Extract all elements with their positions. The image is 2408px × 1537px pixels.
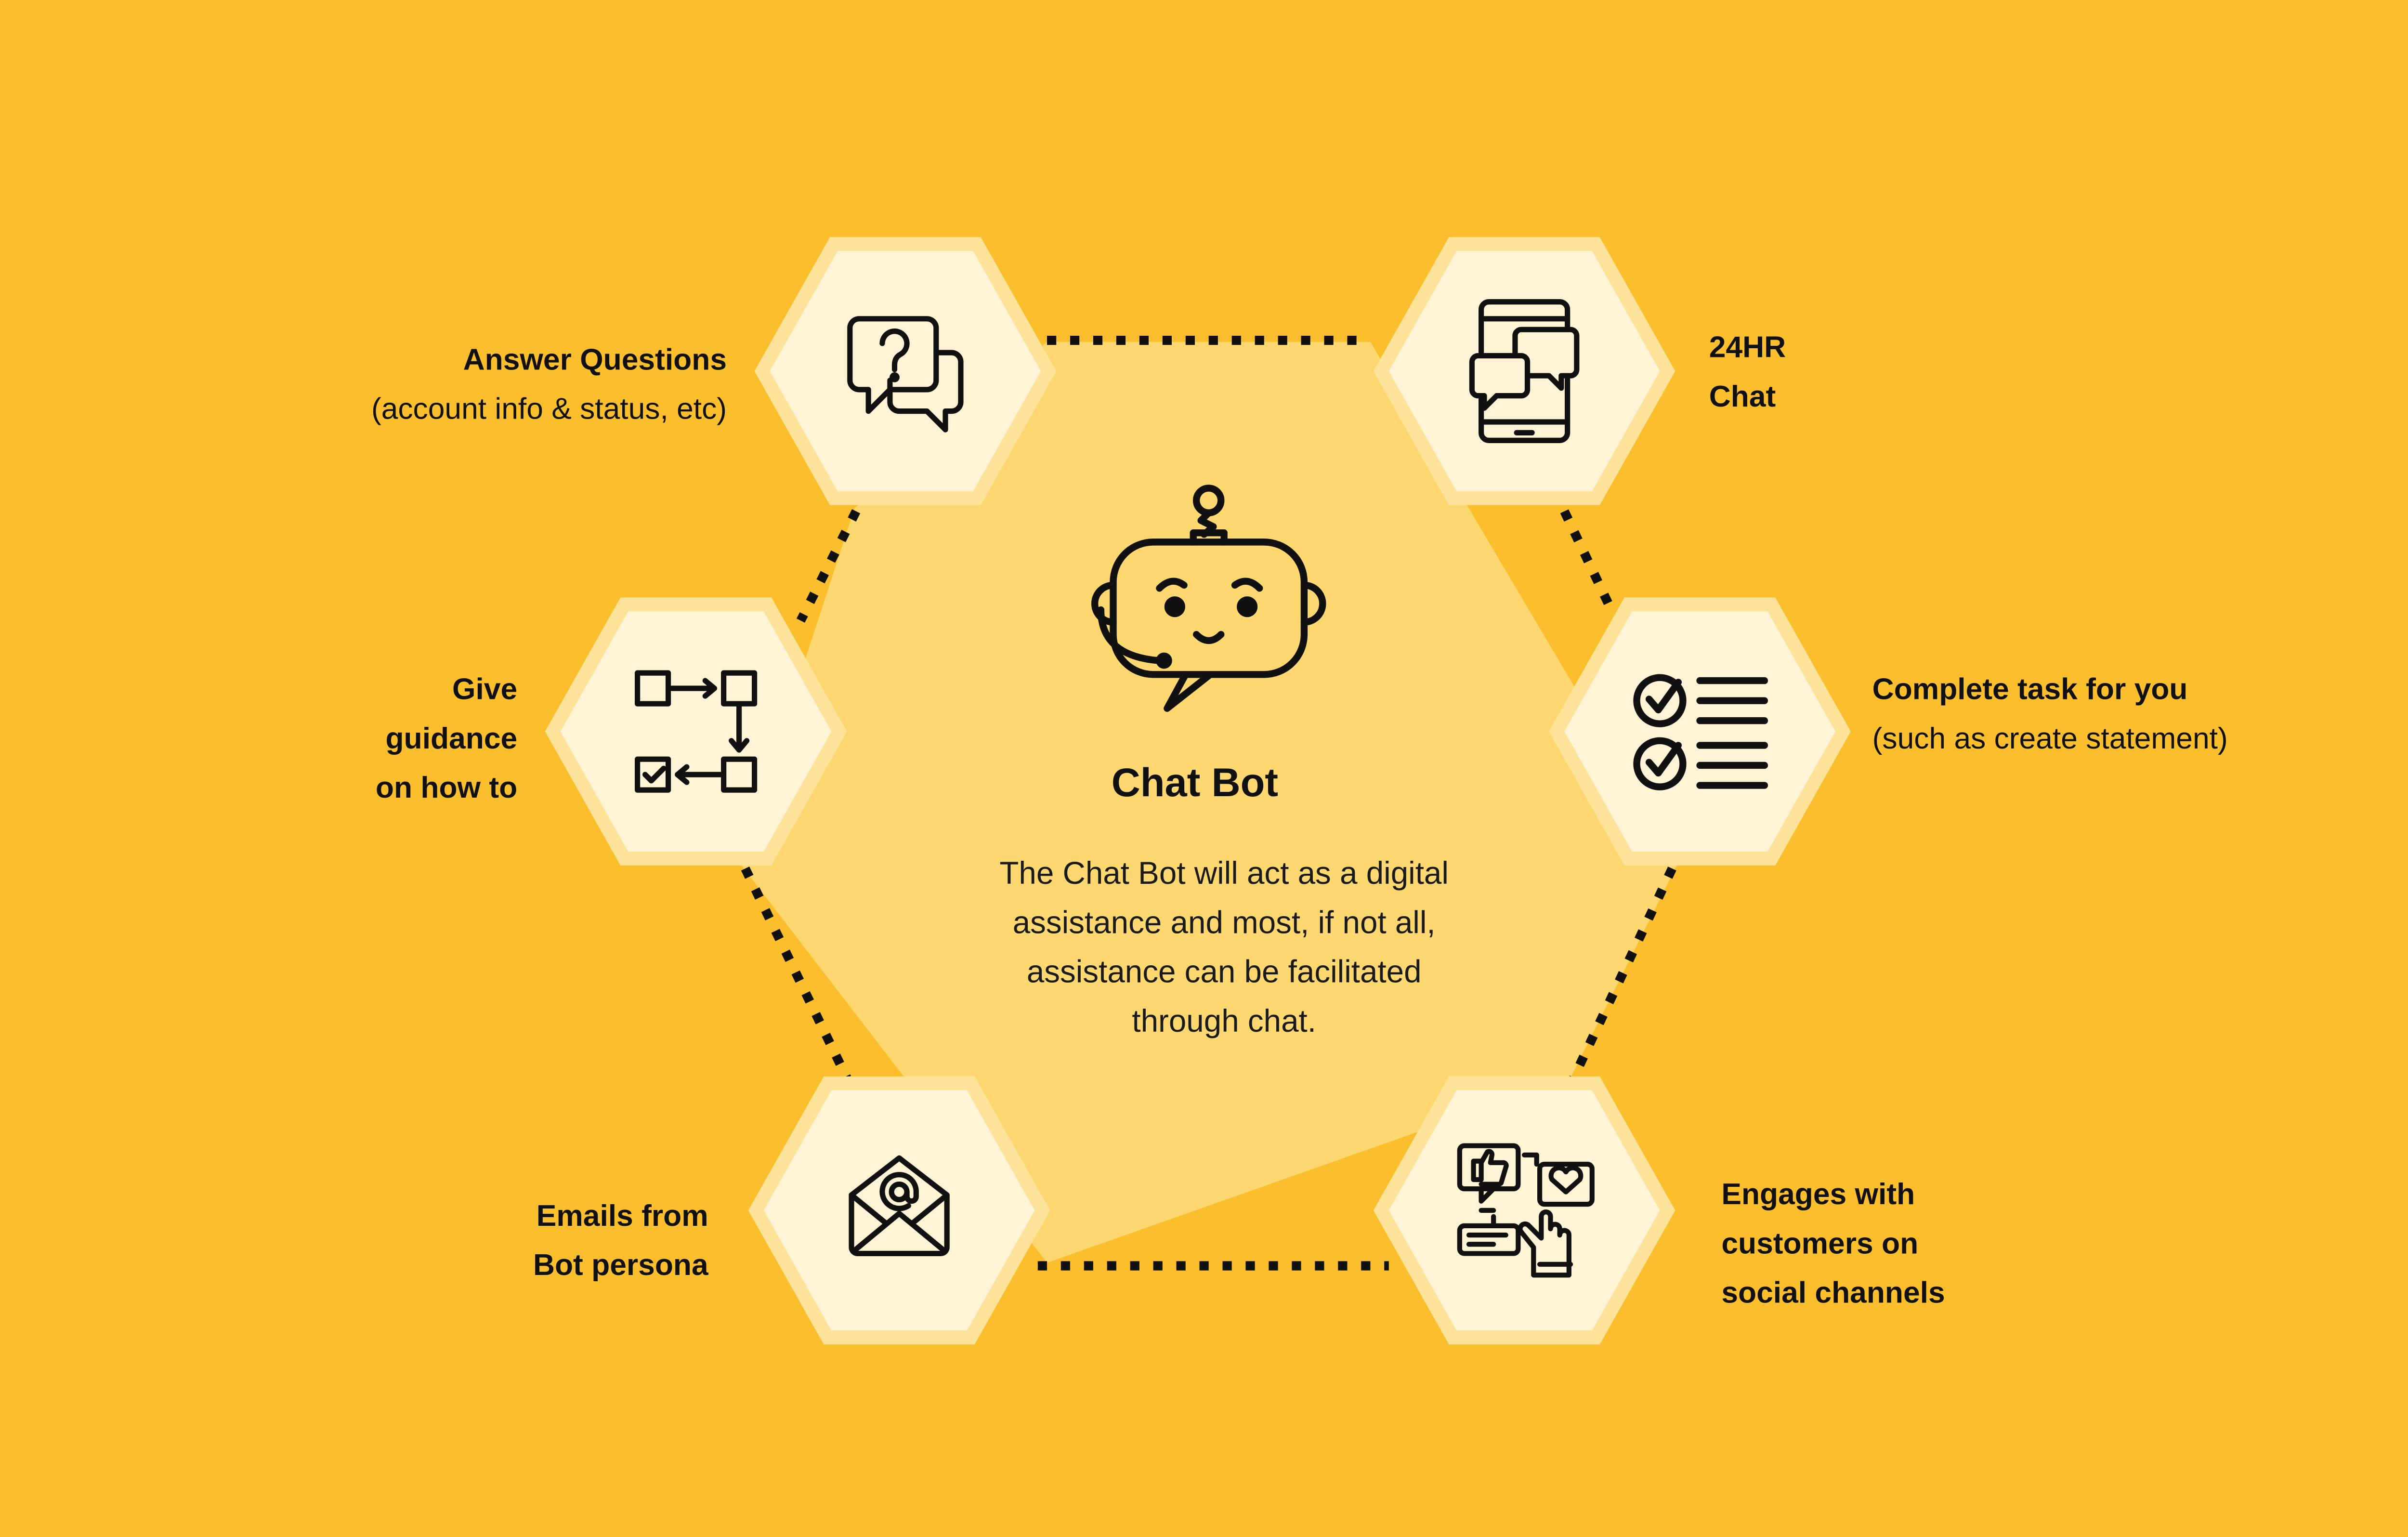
social-line1: Engages with — [1721, 1178, 1915, 1212]
emails-line2: Bot persona — [533, 1248, 708, 1283]
center-description-line4: through chat. — [1132, 1004, 1316, 1040]
connector-top-right — [1560, 509, 1615, 610]
give-guidance-line2: guidance — [385, 722, 518, 756]
answer-questions-subtitle: (account info & status, etc) — [371, 393, 727, 427]
center-description-line1: The Chat Bot will act as a digital — [999, 856, 1449, 892]
label-emails: Emails from Bot persona — [533, 1192, 708, 1291]
complete-task-title: Complete task for you — [1872, 673, 2188, 707]
social-line3: social channels — [1721, 1276, 1945, 1311]
center-title: Chat Bot — [1111, 759, 1279, 806]
social-line2: customers on — [1721, 1227, 1919, 1261]
label-answer-questions: Answer Questions (account info & status,… — [371, 336, 727, 434]
24hr-chat-title-line1: 24HR — [1709, 331, 1786, 365]
center-description-line2: assistance and most, if not all, — [1012, 905, 1436, 941]
answer-questions-title: Answer Questions — [463, 343, 727, 378]
label-complete-task: Complete task for you (such as create st… — [1872, 665, 2228, 764]
center-description-line3: assistance can be facilitated — [1026, 955, 1422, 990]
complete-task-subtitle: (such as create statement) — [1872, 722, 2228, 756]
emails-line1: Emails from — [536, 1199, 708, 1234]
give-guidance-line1: Give — [452, 673, 518, 707]
label-social: Engages with customers on social channel… — [1721, 1170, 1945, 1318]
give-guidance-line3: on how to — [375, 771, 518, 806]
24hr-chat-title-line2: Chat — [1709, 380, 1776, 415]
center-description: The Chat Bot will act as a digital assis… — [924, 850, 1524, 1047]
label-24hr-chat: 24HR Chat — [1709, 323, 1786, 422]
chatbot-diagram: Answer Questions (account info & status,… — [0, 0, 2408, 1537]
label-give-guidance: Give guidance on how to — [376, 665, 517, 813]
